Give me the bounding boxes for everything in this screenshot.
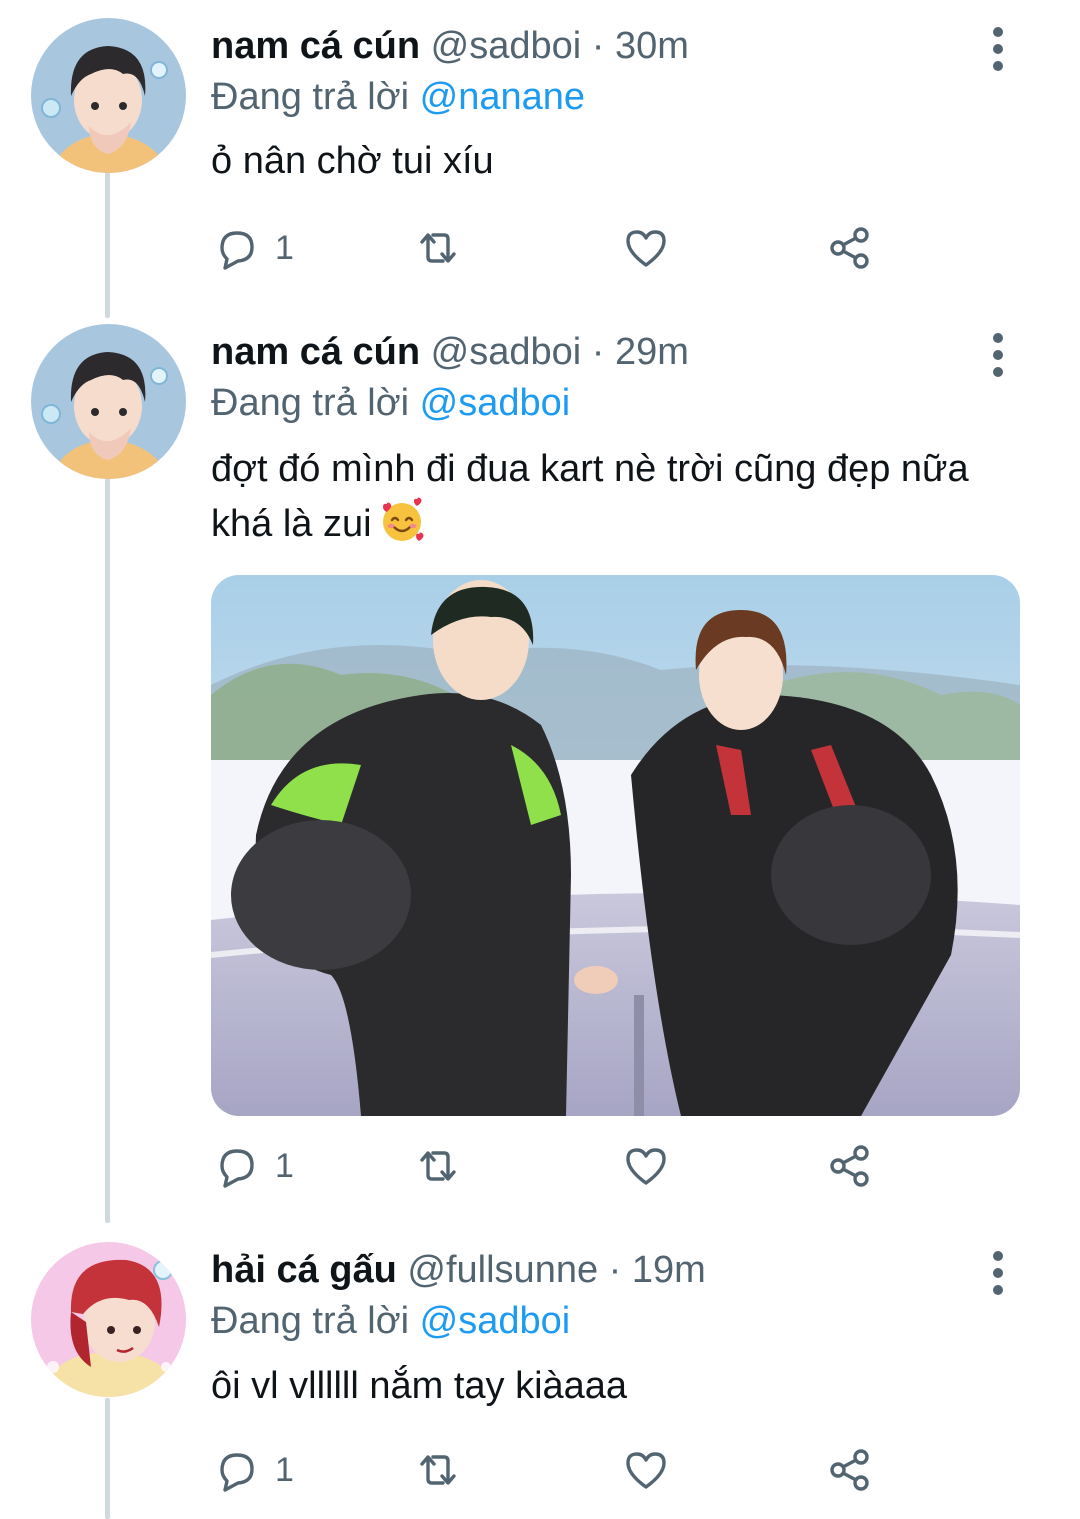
reply-button[interactable]: 1 (211, 1440, 294, 1500)
share-icon (830, 1145, 869, 1187)
reply-prefix: Đang trả lời (211, 1300, 410, 1342)
heart-icon (626, 230, 666, 267)
timestamp[interactable]: 19m (632, 1249, 706, 1291)
retweet-button[interactable] (413, 1440, 463, 1500)
display-name[interactable]: nam cá cún (211, 25, 420, 67)
tweet-header: nam cá cún @sadboi · 30m (211, 20, 689, 72)
reply-icon (220, 231, 254, 270)
share-icon (830, 227, 869, 269)
mention-link[interactable]: @sadboi (420, 382, 571, 424)
action-bar: 1 (211, 1136, 911, 1196)
tweet-text: ôi vl vllllll nắm tay kiàaaa (211, 1365, 628, 1407)
retweet-button[interactable] (413, 218, 463, 278)
reply-prefix: Đang trả lời (211, 382, 410, 424)
tweet-text: đợt đó mình đi đua kart nè trời cũng đẹp… (211, 442, 991, 551)
smiling-face-with-hearts-icon (382, 497, 424, 541)
more-vertical-icon[interactable] (980, 25, 1016, 73)
reply-context: Đang trả lời @sadboi (211, 1295, 570, 1347)
reply-context: Đang trả lời @nanane (211, 71, 585, 123)
reply-prefix: Đang trả lời (211, 76, 410, 118)
heart-icon (626, 1148, 666, 1185)
separator: · (591, 25, 605, 67)
tweet-text-content: đợt đó mình đi đua kart nè trời cũng đẹp… (211, 448, 969, 545)
reply-button[interactable]: 1 (211, 218, 294, 278)
more-vertical-icon[interactable] (980, 1249, 1016, 1297)
tweet-header: nam cá cún @sadboi · 29m (211, 326, 689, 378)
display-name[interactable]: hải cá gấu (211, 1249, 397, 1291)
avatar[interactable] (31, 18, 186, 173)
reply-count: 1 (275, 228, 294, 267)
tweet[interactable]: hải cá gấu @fullsunne · 19m Đang trả lời… (0, 1220, 1080, 1519)
handle[interactable]: @sadboi (431, 331, 582, 373)
handle[interactable]: @sadboi (431, 25, 582, 67)
mention-link[interactable]: @sadboi (420, 1300, 571, 1342)
display-name[interactable]: nam cá cún (211, 331, 420, 373)
like-button[interactable] (621, 1136, 671, 1196)
tweet-text: ỏ nân chờ tui xíu (211, 140, 494, 182)
retweet-icon (420, 1455, 456, 1485)
reply-count: 1 (275, 1450, 294, 1489)
illustration-image (211, 575, 1020, 1116)
timestamp[interactable]: 30m (615, 25, 689, 67)
tweet-image[interactable] (211, 575, 1020, 1116)
avatar[interactable] (31, 1242, 186, 1397)
handle[interactable]: @fullsunne (407, 1249, 598, 1291)
tweet-header: hải cá gấu @fullsunne · 19m (211, 1244, 706, 1296)
tweet[interactable]: nam cá cún @sadboi · 29m Đang trả lời @s… (0, 300, 1080, 1220)
reply-icon (220, 1453, 254, 1492)
separator: · (608, 1249, 622, 1291)
retweet-icon (420, 233, 456, 263)
more-vertical-icon[interactable] (980, 331, 1016, 379)
separator: · (591, 331, 605, 373)
share-button[interactable] (825, 218, 875, 278)
retweet-button[interactable] (413, 1136, 463, 1196)
heart-icon (626, 1452, 666, 1489)
like-button[interactable] (621, 218, 671, 278)
share-button[interactable] (825, 1136, 875, 1196)
action-bar: 1 (211, 218, 911, 278)
tweet[interactable]: nam cá cún @sadboi · 30m Đang trả lời @n… (0, 0, 1080, 300)
share-icon (830, 1449, 869, 1491)
avatar[interactable] (31, 324, 186, 479)
reply-count: 1 (275, 1146, 294, 1185)
share-button[interactable] (825, 1440, 875, 1500)
like-button[interactable] (621, 1440, 671, 1500)
reply-icon (220, 1149, 254, 1188)
reply-button[interactable]: 1 (211, 1136, 294, 1196)
retweet-icon (420, 1151, 456, 1181)
action-bar: 1 (211, 1440, 911, 1500)
reply-context: Đang trả lời @sadboi (211, 377, 570, 429)
timestamp[interactable]: 29m (615, 331, 689, 373)
mention-link[interactable]: @nanane (420, 76, 585, 118)
